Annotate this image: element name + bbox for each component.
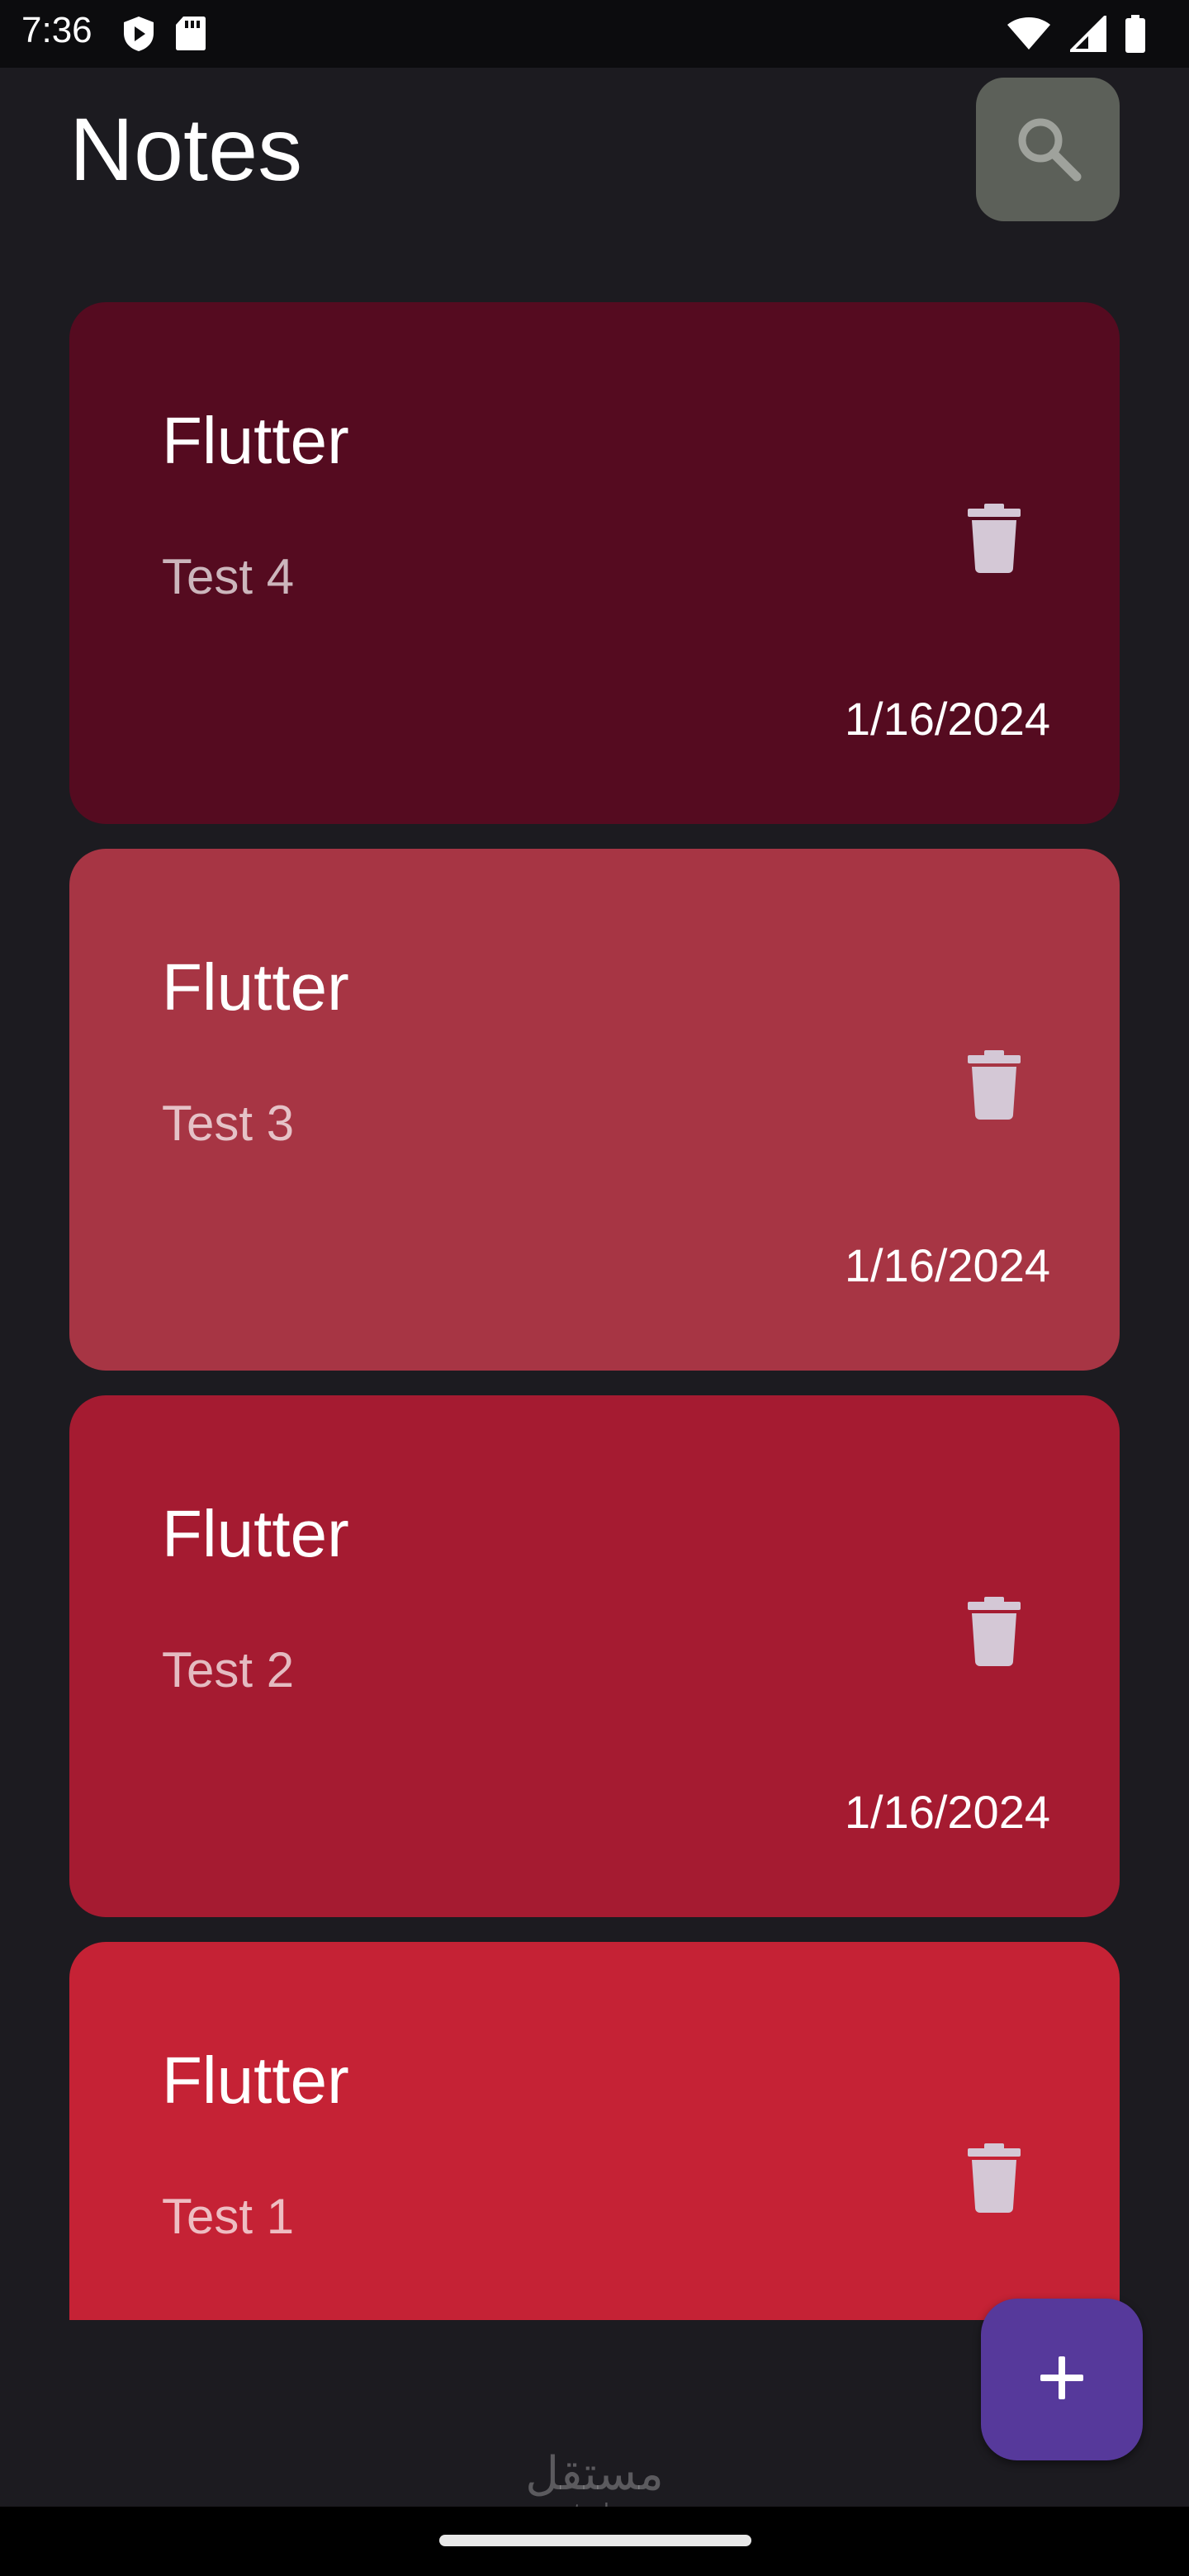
battery-icon	[1125, 15, 1146, 57]
page-title: Notes	[69, 99, 303, 199]
search-icon	[1011, 111, 1085, 189]
add-note-button[interactable]	[981, 2299, 1143, 2460]
note-card[interactable]: Flutter Test 2 1/16/2024	[69, 1395, 1120, 1917]
note-date: 1/16/2024	[844, 1239, 1050, 1291]
status-bar: 7:36	[0, 0, 1189, 68]
wifi-icon	[1006, 17, 1052, 55]
notes-list: Flutter Test 4 1/16/2024 Flutter Test 3 …	[69, 302, 1120, 2320]
status-time: 7:36	[21, 10, 92, 50]
delete-button[interactable]	[945, 490, 1044, 590]
note-date: 1/16/2024	[844, 1786, 1050, 1838]
note-card[interactable]: Flutter Test 4 1/16/2024	[69, 302, 1120, 824]
plus-icon	[1039, 2355, 1085, 2405]
delete-button[interactable]	[945, 1584, 1044, 1683]
note-body: Test 1	[162, 2189, 295, 2244]
note-body: Test 2	[162, 1642, 295, 1698]
note-title: Flutter	[162, 950, 349, 1024]
note-card[interactable]: Flutter Test 1	[69, 1942, 1120, 2320]
search-button[interactable]	[976, 78, 1120, 221]
trash-icon	[968, 1049, 1021, 1124]
trash-icon	[968, 1596, 1021, 1670]
cell-signal-icon	[1068, 13, 1106, 56]
trash-icon	[968, 2143, 1021, 2217]
delete-button[interactable]	[945, 1037, 1044, 1136]
note-body: Test 4	[162, 549, 295, 604]
sd-card-icon	[175, 15, 206, 57]
note-title: Flutter	[162, 1497, 349, 1570]
note-date: 1/16/2024	[844, 693, 1050, 745]
watermark-arabic: مستقل	[525, 2447, 664, 2499]
note-body: Test 3	[162, 1096, 295, 1151]
gesture-handle[interactable]	[439, 2535, 751, 2546]
trash-icon	[968, 503, 1021, 577]
delete-button[interactable]	[945, 2130, 1044, 2229]
shield-play-icon	[122, 15, 155, 57]
note-card[interactable]: Flutter Test 3 1/16/2024	[69, 849, 1120, 1371]
note-title: Flutter	[162, 404, 349, 477]
note-title: Flutter	[162, 2043, 349, 2117]
